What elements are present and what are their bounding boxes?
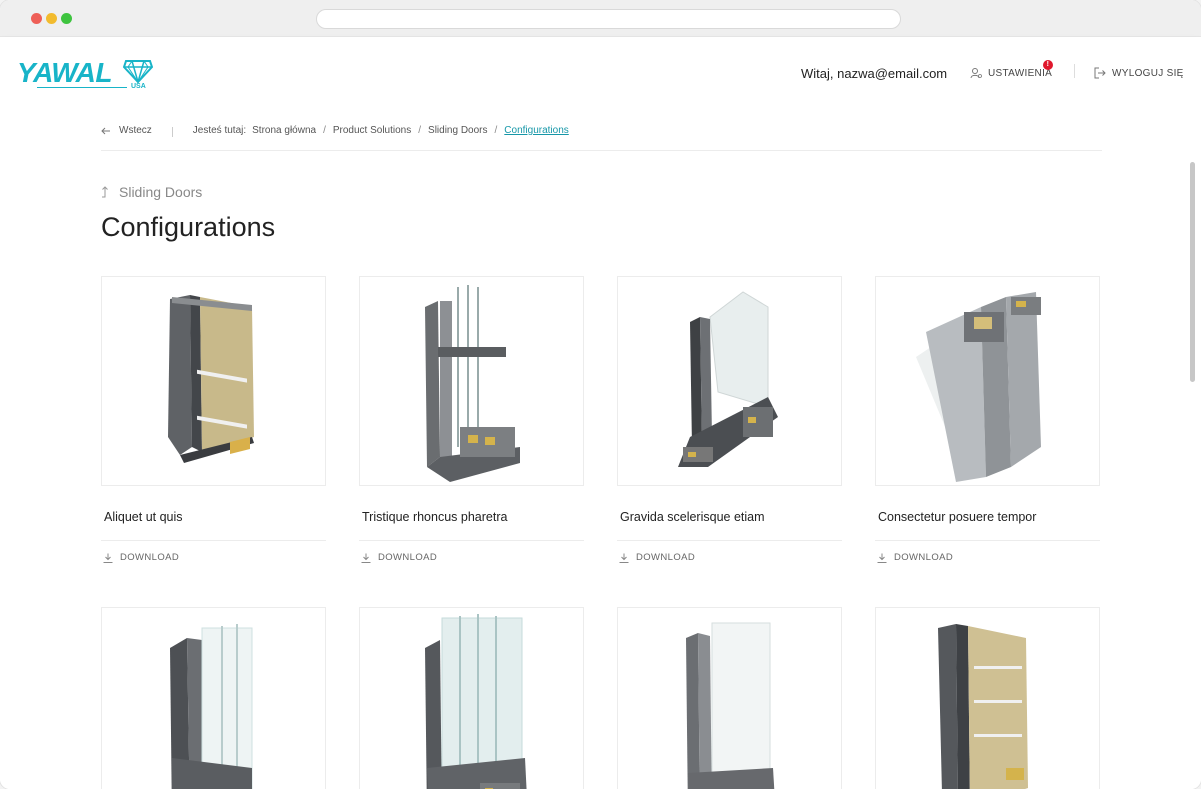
address-bar[interactable] (316, 9, 901, 29)
breadcrumb-item-home[interactable]: Strona główna (252, 125, 316, 136)
download-icon (619, 553, 629, 563)
gem-logo-icon (123, 60, 153, 83)
close-window-dot[interactable] (31, 13, 42, 24)
download-label: DOWNLOAD (378, 552, 438, 563)
panel-door-image (168, 295, 254, 463)
user-settings-icon (970, 68, 982, 79)
logout-icon (1094, 67, 1106, 79)
product-name[interactable]: Aliquet ut quis (101, 510, 326, 540)
card-divider (617, 540, 842, 541)
product-name[interactable]: Tristique rhoncus pharetra (359, 510, 584, 540)
maximize-window-dot[interactable] (61, 13, 72, 24)
product-image[interactable] (875, 607, 1100, 789)
notification-badge: ! (1043, 60, 1053, 70)
level-up-icon (102, 186, 108, 198)
user-greeting: Witaj, nazwa@email.com (801, 66, 948, 81)
parent-category-label: Sliding Doors (119, 184, 203, 200)
breadcrumb-separator: / (494, 125, 498, 136)
settings-link[interactable]: USTAWIENIA ! (970, 60, 1053, 79)
product-card[interactable]: Tristique rhoncus pharetra DOWNLOAD (359, 276, 584, 563)
download-label: DOWNLOAD (636, 552, 696, 563)
multi-glass-image (425, 614, 527, 789)
breadcrumb-divider (171, 127, 173, 137)
breadcrumb-separator: / (418, 125, 422, 136)
product-card[interactable]: Aliquet ut quis DOWNLOAD (101, 276, 326, 563)
main-content: Wstecz Jesteś tutaj: Strona główna / Pro… (0, 112, 1201, 789)
product-image[interactable] (101, 607, 326, 789)
breadcrumb-separator: / (323, 125, 326, 136)
window-frame-image (170, 624, 253, 789)
product-card[interactable] (617, 607, 842, 789)
logout-label: WYLOGUJ SIĘ (1112, 67, 1184, 79)
browser-window: YAWAL USA Witaj, nazwa@email.com USTAWIE… (0, 0, 1201, 789)
corner-window-image (678, 291, 778, 467)
product-image[interactable] (359, 276, 584, 486)
download-label: DOWNLOAD (120, 552, 180, 563)
logo-underline (37, 87, 127, 88)
card-divider (359, 540, 584, 541)
product-card[interactable]: Consectetur posuere tempor DOWNLOAD (875, 276, 1100, 563)
back-label: Wstecz (119, 125, 152, 136)
page-scrollbar[interactable] (1190, 162, 1195, 382)
parent-category-link[interactable]: Sliding Doors (101, 184, 202, 200)
download-button[interactable]: DOWNLOAD (875, 552, 1100, 563)
product-card[interactable] (359, 607, 584, 789)
product-name[interactable]: Consectetur posuere tempor (875, 510, 1100, 540)
product-image[interactable] (101, 276, 326, 486)
page-title: Configurations (101, 212, 276, 242)
product-card[interactable]: Gravida scelerisque etiam DOWNLOAD (617, 276, 842, 563)
browser-chrome (0, 0, 1201, 37)
product-card[interactable] (101, 607, 326, 789)
download-icon (877, 553, 887, 563)
product-image[interactable] (359, 607, 584, 789)
breadcrumb-item-product-solutions[interactable]: Product Solutions (333, 125, 411, 136)
settings-label: USTAWIENIA (988, 67, 1053, 79)
download-button[interactable]: DOWNLOAD (359, 552, 584, 563)
logout-link[interactable]: WYLOGUJ SIĘ (1094, 67, 1184, 79)
arrow-left-icon (101, 127, 110, 134)
breadcrumb-item-current[interactable]: Configurations (504, 125, 568, 136)
download-label: DOWNLOAD (894, 552, 954, 563)
panel-door-image (938, 624, 1028, 789)
card-divider (875, 540, 1100, 541)
triple-glazing-image (425, 285, 520, 482)
brand-logo[interactable]: YAWAL USA (17, 57, 157, 93)
single-glass-image (686, 622, 775, 789)
breadcrumb-here-label: Jesteś tutaj: (192, 125, 247, 136)
back-link[interactable]: Wstecz (101, 125, 152, 136)
breadcrumb: Wstecz Jesteś tutaj: Strona główna / Pro… (101, 125, 1102, 151)
header-divider (1074, 64, 1075, 78)
minimize-window-dot[interactable] (46, 13, 57, 24)
product-image[interactable] (617, 276, 842, 486)
download-button[interactable]: DOWNLOAD (617, 552, 842, 563)
tall-frame-image (916, 292, 1041, 482)
product-image[interactable] (875, 276, 1100, 486)
download-icon (103, 553, 113, 563)
card-divider (101, 540, 326, 541)
product-name[interactable]: Gravida scelerisque etiam (617, 510, 842, 540)
site-header: YAWAL USA Witaj, nazwa@email.com USTAWIE… (0, 37, 1201, 112)
brand-name: YAWAL (17, 57, 112, 88)
brand-sub: USA (131, 83, 146, 90)
download-button[interactable]: DOWNLOAD (101, 552, 326, 563)
product-card[interactable] (875, 607, 1100, 789)
download-icon (361, 553, 371, 563)
breadcrumb-item-sliding-doors[interactable]: Sliding Doors (428, 125, 487, 136)
product-image[interactable] (617, 607, 842, 789)
